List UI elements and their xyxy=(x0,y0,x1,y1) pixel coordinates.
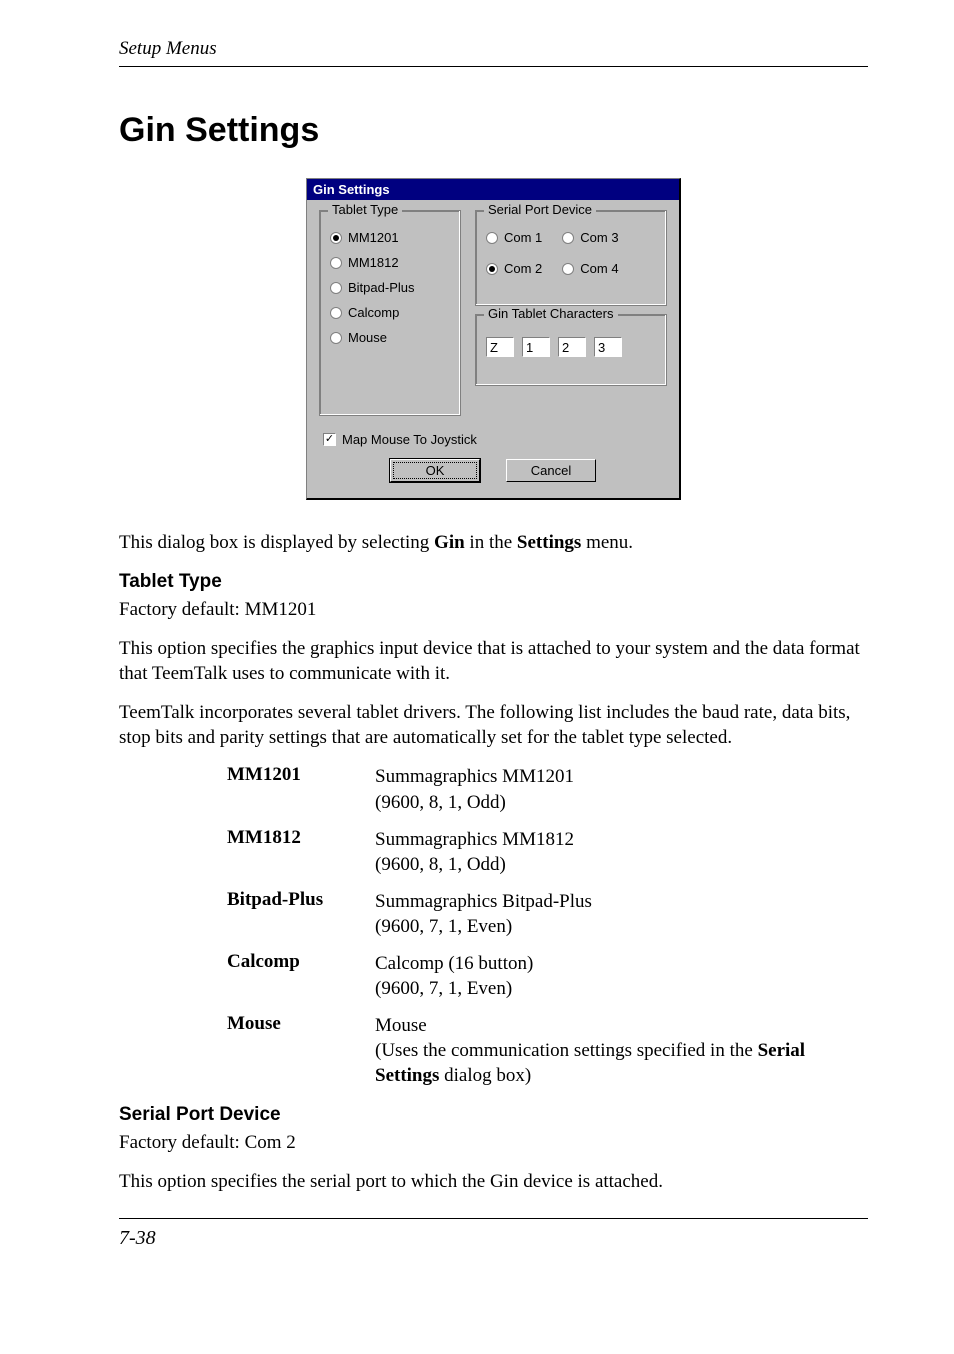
tablet-type-group: Tablet Type MM1201 MM1812 xyxy=(319,210,461,416)
radio-label: MM1201 xyxy=(348,230,399,245)
radio-label: Com 4 xyxy=(580,261,618,276)
radio-icon xyxy=(562,232,574,244)
radio-label: Calcomp xyxy=(348,305,399,320)
radio-com1[interactable]: Com 1 xyxy=(486,225,542,250)
radio-icon xyxy=(486,263,498,275)
page-title: Gin Settings xyxy=(119,111,868,150)
radio-label: Bitpad-Plus xyxy=(348,280,414,295)
dialog-titlebar: Gin Settings xyxy=(307,179,679,200)
radio-icon xyxy=(330,257,342,269)
gin-chars-legend: Gin Tablet Characters xyxy=(484,306,618,321)
radio-label: Com 2 xyxy=(504,261,542,276)
cancel-button[interactable]: Cancel xyxy=(506,459,596,482)
tablet-type-heading: Tablet Type xyxy=(119,571,868,593)
gin-char-0[interactable] xyxy=(486,337,514,357)
radio-label: Mouse xyxy=(348,330,387,345)
page-number: 7-38 xyxy=(119,1227,868,1256)
head-rule xyxy=(119,66,868,67)
serial-port-default: Factory default: Com 2 xyxy=(119,1130,868,1155)
list-item: Bitpad-Plus Summagraphics Bitpad-Plus(96… xyxy=(119,889,868,939)
radio-icon xyxy=(330,282,342,294)
gin-char-3[interactable] xyxy=(594,337,622,357)
tablet-driver-list: MM1201 Summagraphics MM1201(9600, 8, 1, … xyxy=(119,764,868,1088)
running-head: Setup Menus xyxy=(119,38,868,60)
radio-icon xyxy=(486,232,498,244)
radio-icon xyxy=(562,263,574,275)
radio-mm1812[interactable]: MM1812 xyxy=(330,250,450,275)
serial-port-heading: Serial Port Device xyxy=(119,1104,868,1126)
checkbox-label: Map Mouse To Joystick xyxy=(342,432,477,447)
radio-label: MM1812 xyxy=(348,255,399,270)
serial-port-p1: This option specifies the serial port to… xyxy=(119,1169,868,1194)
ok-button[interactable]: OK xyxy=(390,459,480,482)
radio-com4[interactable]: Com 4 xyxy=(562,256,618,281)
tablet-type-p2: TeemTalk incorporates several tablet dri… xyxy=(119,700,868,750)
radio-mouse[interactable]: Mouse xyxy=(330,325,450,350)
gin-settings-dialog: Gin Settings Tablet Type MM1201 MM1 xyxy=(306,178,681,500)
gin-tablet-chars-group: Gin Tablet Characters xyxy=(475,314,667,386)
radio-com2[interactable]: Com 2 xyxy=(486,256,542,281)
serial-port-legend: Serial Port Device xyxy=(484,202,596,217)
tablet-type-legend: Tablet Type xyxy=(328,202,402,217)
serial-port-group: Serial Port Device Com 1 Com 3 xyxy=(475,210,667,306)
map-mouse-checkbox-row[interactable]: ✓ Map Mouse To Joystick xyxy=(323,432,667,447)
radio-icon xyxy=(330,332,342,344)
radio-label: Com 3 xyxy=(580,230,618,245)
radio-icon xyxy=(330,307,342,319)
radio-bitpad-plus[interactable]: Bitpad-Plus xyxy=(330,275,450,300)
list-item: Calcomp Calcomp (16 button)(9600, 7, 1, … xyxy=(119,951,868,1001)
list-item: MM1201 Summagraphics MM1201(9600, 8, 1, … xyxy=(119,764,868,814)
radio-mm1201[interactable]: MM1201 xyxy=(330,225,450,250)
list-item: MM1812 Summagraphics MM1812(9600, 8, 1, … xyxy=(119,827,868,877)
footer-rule xyxy=(119,1218,868,1219)
tablet-type-default: Factory default: MM1201 xyxy=(119,597,868,622)
gin-char-2[interactable] xyxy=(558,337,586,357)
radio-com3[interactable]: Com 3 xyxy=(562,225,618,250)
gin-char-1[interactable] xyxy=(522,337,550,357)
intro-paragraph: This dialog box is displayed by selectin… xyxy=(119,530,868,555)
radio-calcomp[interactable]: Calcomp xyxy=(330,300,450,325)
list-item: Mouse Mouse (Uses the communication sett… xyxy=(119,1013,868,1088)
radio-icon xyxy=(330,232,342,244)
checkbox-icon: ✓ xyxy=(323,433,336,446)
radio-label: Com 1 xyxy=(504,230,542,245)
tablet-type-p1: This option specifies the graphics input… xyxy=(119,636,868,686)
